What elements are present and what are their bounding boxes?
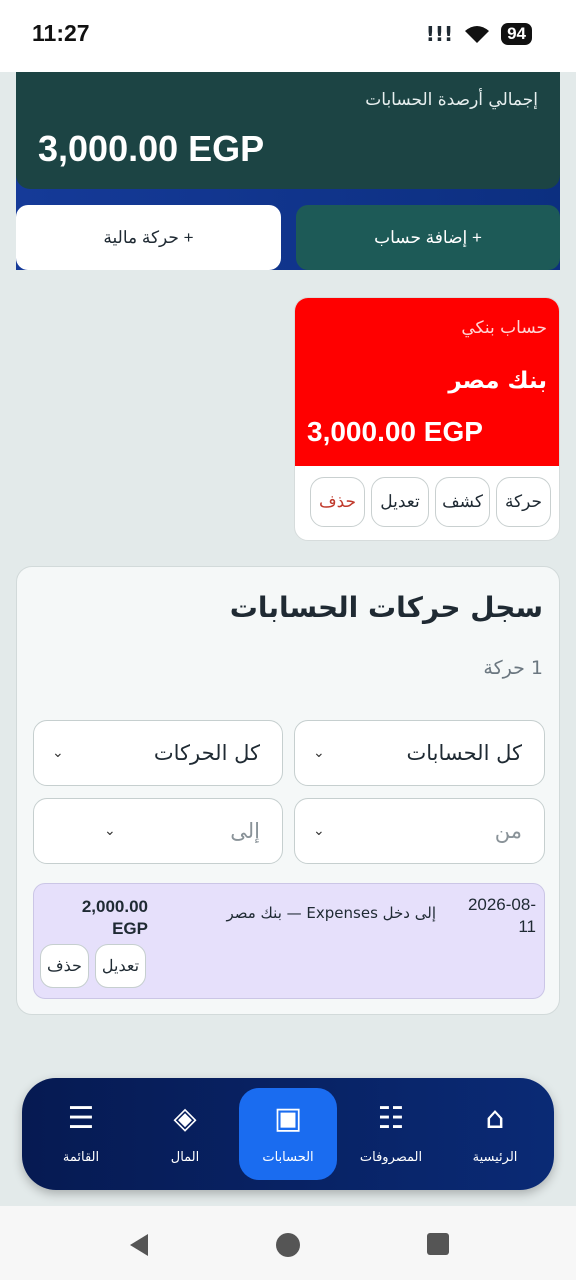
movements-filter-value: كل الحركات	[153, 741, 260, 765]
home-icon: ⌂	[485, 1101, 505, 1136]
status-bar: 11:27 !!! 94	[0, 0, 576, 72]
nav-label: الحسابات	[262, 1150, 314, 1165]
nav-item-accounts[interactable]: ▣ الحسابات	[239, 1088, 337, 1180]
account-delete-button[interactable]: حذف	[310, 477, 365, 527]
recents-icon[interactable]	[426, 1232, 450, 1256]
diamond-icon: ◈	[173, 1101, 197, 1136]
battery-indicator: 94	[501, 23, 532, 45]
total-balance-amount: 3,000.00 EGP	[38, 128, 265, 169]
transaction-date: 2026-08-11	[467, 895, 536, 936]
nav-label: القائمة	[62, 1150, 100, 1165]
chevron-down-icon: ⌄	[52, 745, 64, 761]
log-title: سجل حركات الحسابات	[229, 591, 543, 624]
nav-label: المال	[170, 1150, 200, 1165]
accounts-icon: ▣	[273, 1101, 303, 1136]
nav-label: المصروفات	[359, 1150, 423, 1165]
total-balance-card: إجمالي أرصدة الحسابات 3,000.00 EGP	[16, 72, 560, 189]
account-edit-button[interactable]: تعديل	[371, 477, 429, 527]
signal-icon: !!!	[425, 22, 454, 46]
nav-item-expenses[interactable]: ☷ المصروفات	[342, 1088, 440, 1180]
from-date-value: من	[494, 819, 522, 843]
menu-icon: ☰	[67, 1101, 95, 1136]
bottom-navigation: ⌂ الرئيسية ☷ المصروفات ▣ الحسابات ◈ الما…	[22, 1078, 554, 1190]
transaction-row: 2026-08-11 إلى دخل Expenses — بنك مصر 2,…	[33, 883, 545, 999]
wifi-icon	[465, 26, 490, 43]
to-date-value: إلى	[230, 819, 260, 843]
chevron-down-icon: ⌄	[104, 823, 116, 839]
total-balance-label: إجمالي أرصدة الحسابات	[365, 90, 538, 110]
chevron-down-icon: ⌄	[313, 823, 325, 839]
transaction-edit-button[interactable]: تعديل	[94, 944, 147, 988]
back-icon[interactable]	[126, 1232, 152, 1258]
add-account-button[interactable]: + إضافة حساب	[296, 205, 560, 270]
accounts-filter-value: كل الحسابات	[406, 741, 522, 765]
from-date-select[interactable]: من ⌄	[294, 798, 545, 864]
account-name: بنك مصر	[448, 368, 547, 394]
status-time: 11:27	[32, 20, 90, 46]
add-transaction-button[interactable]: + حركة مالية	[16, 205, 281, 270]
home-circle-icon[interactable]	[275, 1232, 301, 1258]
movements-filter-select[interactable]: كل الحركات ⌄	[33, 720, 283, 786]
transaction-amount: 2,000.00 EGP	[54, 896, 148, 940]
accounts-filter-select[interactable]: كل الحسابات ⌄	[294, 720, 545, 786]
list-icon: ☷	[377, 1101, 405, 1136]
to-date-select[interactable]: إلى ⌄	[33, 798, 283, 864]
account-type: حساب بنكي	[461, 318, 547, 338]
nav-label: الرئيسية	[472, 1150, 518, 1165]
transaction-delete-button[interactable]: حذف	[40, 944, 89, 988]
chevron-down-icon: ⌄	[313, 745, 325, 761]
system-navigation-bar	[0, 1206, 576, 1280]
nav-item-money[interactable]: ◈ المال	[136, 1088, 234, 1180]
account-card-header: حساب بنكي بنك مصر 3,000.00 EGP	[295, 298, 559, 466]
account-statement-button[interactable]: كشف	[435, 477, 490, 527]
transaction-actions: تعديل حذف	[40, 944, 147, 988]
status-icons: !!! 94	[426, 22, 532, 46]
transactions-log-panel: سجل حركات الحسابات 1 حركة كل الحسابات ⌄ …	[16, 566, 560, 1015]
transaction-amount-value: 2,000.00 EGP	[81, 897, 148, 938]
account-balance: 3,000.00 EGP	[307, 416, 483, 447]
log-count: 1 حركة	[483, 657, 543, 679]
account-transaction-button[interactable]: حركة	[496, 477, 551, 527]
nav-item-menu[interactable]: ☰ القائمة	[32, 1088, 130, 1180]
nav-item-home[interactable]: ⌂ الرئيسية	[446, 1088, 544, 1180]
account-card: حساب بنكي بنك مصر 3,000.00 EGP حركة كشف …	[294, 297, 560, 541]
account-actions: حركة كشف تعديل حذف	[305, 477, 551, 527]
transaction-description: إلى دخل Expenses — بنك مصر	[226, 904, 436, 922]
